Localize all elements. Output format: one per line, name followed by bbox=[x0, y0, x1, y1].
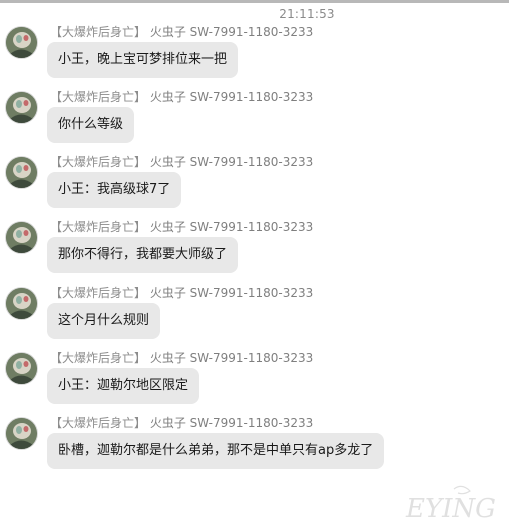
chat-message: 【大爆炸后身亡】 火虫子 SW-7991-1180-3233 卧槽，迦勒尔都是什… bbox=[0, 416, 509, 481]
pokemon-avatar-icon bbox=[6, 27, 37, 58]
sender-name: 火虫子 SW-7991-1180-3233 bbox=[149, 416, 314, 430]
chat-timestamp: 21:11:53 bbox=[279, 7, 335, 21]
sender-tag: 【大爆炸后身亡】 bbox=[50, 155, 147, 169]
sender-tag: 【大爆炸后身亡】 bbox=[50, 90, 147, 104]
sender-tag: 【大爆炸后身亡】 bbox=[50, 416, 147, 430]
sender-name: 火虫子 SW-7991-1180-3233 bbox=[149, 25, 314, 39]
chat-log[interactable]: 21:11:53 【大爆炸后身亡】 火虫子 SW-7991-1180-3233 … bbox=[0, 0, 509, 525]
chat-message: 【大爆炸后身亡】 火虫子 SW-7991-1180-3233 你什么等级 bbox=[0, 90, 509, 155]
sender-line: 【大爆炸后身亡】 火虫子 SW-7991-1180-3233 bbox=[50, 220, 313, 235]
chat-message: 【大爆炸后身亡】 火虫子 SW-7991-1180-3233 小王：我高级球7了 bbox=[0, 155, 509, 220]
avatar[interactable] bbox=[6, 353, 37, 384]
chat-message: 【大爆炸后身亡】 火虫子 SW-7991-1180-3233 小王，晚上宝可梦排… bbox=[0, 25, 509, 90]
avatar[interactable] bbox=[6, 27, 37, 58]
sender-tag: 【大爆炸后身亡】 bbox=[50, 351, 147, 365]
pokemon-avatar-icon bbox=[6, 157, 37, 188]
sender-name: 火虫子 SW-7991-1180-3233 bbox=[149, 90, 314, 104]
pokemon-avatar-icon bbox=[6, 353, 37, 384]
sender-tag: 【大爆炸后身亡】 bbox=[50, 220, 147, 234]
message-bubble[interactable]: 卧槽，迦勒尔都是什么弟弟，那不是中单只有ap多龙了 bbox=[47, 433, 385, 469]
sender-line: 【大爆炸后身亡】 火虫子 SW-7991-1180-3233 bbox=[50, 155, 313, 170]
avatar[interactable] bbox=[6, 157, 37, 188]
watermark-text: EYING bbox=[405, 494, 496, 523]
chat-message: 【大爆炸后身亡】 火虫子 SW-7991-1180-3233 那你不得行，我都要… bbox=[0, 220, 509, 285]
watermark-logo: EYING bbox=[405, 485, 496, 523]
pokemon-avatar-icon bbox=[6, 418, 37, 449]
sender-name: 火虫子 SW-7991-1180-3233 bbox=[149, 220, 314, 234]
sender-name: 火虫子 SW-7991-1180-3233 bbox=[149, 286, 314, 300]
sender-name: 火虫子 SW-7991-1180-3233 bbox=[149, 351, 314, 365]
message-bubble[interactable]: 小王：我高级球7了 bbox=[47, 172, 182, 208]
message-bubble[interactable]: 小王：迦勒尔地区限定 bbox=[47, 368, 200, 404]
sender-name: 火虫子 SW-7991-1180-3233 bbox=[149, 155, 314, 169]
pokemon-avatar-icon bbox=[6, 92, 37, 123]
pokemon-avatar-icon bbox=[6, 288, 37, 319]
chat-message: 【大爆炸后身亡】 火虫子 SW-7991-1180-3233 这个月什么规则 bbox=[0, 286, 509, 351]
avatar[interactable] bbox=[6, 418, 37, 449]
avatar[interactable] bbox=[6, 92, 37, 123]
sender-line: 【大爆炸后身亡】 火虫子 SW-7991-1180-3233 bbox=[50, 25, 313, 40]
avatar[interactable] bbox=[6, 222, 37, 253]
sender-tag: 【大爆炸后身亡】 bbox=[50, 25, 147, 39]
message-bubble[interactable]: 你什么等级 bbox=[47, 107, 135, 143]
avatar[interactable] bbox=[6, 288, 37, 319]
pokemon-avatar-icon bbox=[6, 222, 37, 253]
sender-line: 【大爆炸后身亡】 火虫子 SW-7991-1180-3233 bbox=[50, 351, 313, 366]
sender-tag: 【大爆炸后身亡】 bbox=[50, 286, 147, 300]
message-bubble[interactable]: 那你不得行，我都要大师级了 bbox=[47, 237, 239, 273]
sender-line: 【大爆炸后身亡】 火虫子 SW-7991-1180-3233 bbox=[50, 90, 313, 105]
message-bubble[interactable]: 这个月什么规则 bbox=[47, 303, 161, 339]
sender-line: 【大爆炸后身亡】 火虫子 SW-7991-1180-3233 bbox=[50, 416, 313, 431]
sender-line: 【大爆炸后身亡】 火虫子 SW-7991-1180-3233 bbox=[50, 286, 313, 301]
chat-message: 【大爆炸后身亡】 火虫子 SW-7991-1180-3233 小王：迦勒尔地区限… bbox=[0, 351, 509, 416]
message-bubble[interactable]: 小王，晚上宝可梦排位来一把 bbox=[47, 42, 239, 78]
